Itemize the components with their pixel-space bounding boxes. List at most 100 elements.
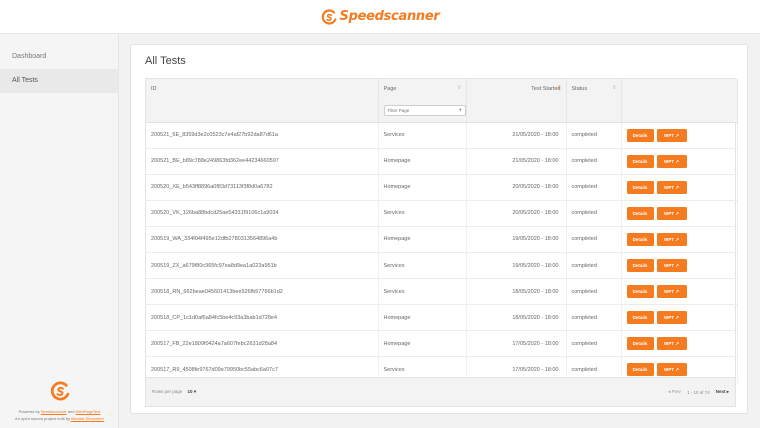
column-header-test-started[interactable]: Test Started ⇕: [466, 79, 567, 99]
actions-cell: Details WPT ↗: [621, 122, 738, 149]
sort-icon: ⇕: [457, 85, 462, 91]
sidebar-item-dashboard[interactable]: Dashboard: [0, 45, 118, 69]
sort-desc-icon: ⇕: [557, 85, 562, 91]
test-id-cell: 200519_ZX_a679f80c965fc97ea8d9ea1a023a95…: [146, 252, 379, 280]
next-label: Next: [715, 389, 726, 394]
powered-by-line: Powered by Speedscanner and WebPageTest: [0, 408, 119, 415]
column-header-page[interactable]: Page ⇕: [378, 79, 467, 99]
details-button[interactable]: Details: [626, 154, 654, 168]
wpt-button[interactable]: WPT ↗: [656, 232, 687, 246]
status-cell: completed: [566, 252, 622, 280]
wpt-button[interactable]: WPT ↗: [656, 337, 687, 351]
status-cell: completed: [566, 148, 622, 175]
wpt-button[interactable]: WPT ↗: [656, 128, 687, 142]
filter-cell-started: [466, 99, 567, 123]
opensource-prefix: An open source project built by: [15, 416, 71, 421]
test-id-cell: 200521_BE_b89c788e249863fd362ee442346605…: [146, 148, 379, 175]
details-button[interactable]: Details: [626, 363, 654, 377]
speedscanner-link[interactable]: Speedscanner: [41, 409, 67, 414]
details-button[interactable]: Details: [626, 285, 654, 299]
chevron-down-icon: ▾: [459, 107, 462, 113]
all-tests-card: All Tests ID Page ⇕ Test Started ⇕ Status ⇕: [130, 44, 748, 414]
column-header-id[interactable]: ID: [146, 79, 379, 99]
status-cell: completed: [566, 226, 622, 253]
rows-per-page-value: 10: [187, 389, 193, 394]
status-cell: completed: [566, 122, 622, 149]
test-started-cell: 17/05/2020 - 18:00: [466, 330, 567, 358]
details-button[interactable]: Details: [626, 206, 654, 220]
status-cell: completed: [566, 304, 622, 332]
table-row: 200520_XE_b543ff8896a0f83d73113f3f8d0a67…: [146, 174, 738, 201]
external-link-icon: ↗: [675, 184, 680, 190]
details-button[interactable]: Details: [626, 259, 654, 273]
details-button[interactable]: Details: [626, 180, 654, 194]
wpt-button[interactable]: WPT ↗: [656, 206, 687, 220]
sidebar: Dashboard All Tests Powered by Speedscan…: [0, 34, 119, 428]
external-link-icon: ↗: [675, 289, 680, 295]
page-filter-select[interactable]: Filter Page ▾: [383, 104, 466, 116]
details-button[interactable]: Details: [626, 337, 654, 351]
wpt-button[interactable]: WPT ↗: [656, 285, 687, 299]
table-row: 200521_BE_b89c788e249863fd362ee442346605…: [146, 148, 738, 175]
wpt-label: WPT: [663, 341, 674, 347]
page-range: 1 - 10 of 74: [686, 389, 710, 395]
column-header-actions: [621, 79, 738, 99]
wpt-label: WPT: [663, 289, 674, 295]
author-link[interactable]: Altmark Shepmere: [71, 416, 104, 421]
details-button[interactable]: Details: [626, 311, 654, 325]
filter-cell-id: [146, 99, 379, 123]
wpt-button[interactable]: WPT ↗: [656, 363, 687, 377]
wpt-button[interactable]: WPT ↗: [656, 180, 687, 194]
filter-cell-status: [566, 99, 622, 123]
filter-cell-page: Filter Page ▾: [378, 99, 467, 123]
page-cell: Homepage: [378, 148, 467, 175]
sidebar-item-all-tests[interactable]: All Tests: [0, 69, 118, 93]
test-id-cell: 200520_VK_126ba88bdcd25ae54331f9106c1a90…: [146, 200, 379, 227]
page-cell: Services: [378, 200, 467, 227]
actions-cell: Details WPT ↗: [621, 200, 738, 227]
page-cell: Homepage: [378, 226, 467, 253]
next-page-button[interactable]: Next ▸: [716, 389, 729, 395]
test-started-cell: 18/05/2020 - 18:00: [466, 304, 567, 332]
test-started-cell: 21/05/2020 - 18:00: [466, 122, 567, 149]
test-started-cell: 21/05/2020 - 18:00: [466, 148, 567, 175]
wpt-button[interactable]: WPT ↗: [656, 154, 687, 168]
wpt-label: WPT: [663, 184, 674, 190]
external-link-icon: ↗: [675, 158, 680, 164]
external-link-icon: ↗: [675, 210, 680, 216]
test-id-cell: 200518_CP_1c1d0af6a84fc5be4c93a3bab1d728…: [146, 304, 379, 332]
table-row: 200521_6E_8359d3e2c0523c7e4af27b92da87d6…: [146, 122, 738, 149]
external-link-icon: ↗: [675, 263, 680, 269]
table-row: 200518_CP_1c1d0af6a84fc5be4c93a3bab1d728…: [146, 304, 738, 332]
external-link-icon: ↗: [675, 367, 680, 373]
wpt-button[interactable]: WPT ↗: [656, 259, 687, 273]
wpt-button[interactable]: WPT ↗: [656, 311, 687, 325]
actions-cell: Details WPT ↗: [621, 304, 738, 332]
tests-table: ID Page ⇕ Test Started ⇕ Status ⇕ Filter Pa…: [146, 79, 738, 384]
actions-cell: Details WPT ↗: [621, 174, 738, 201]
prev-page-button[interactable]: ◂ Prev: [668, 389, 681, 395]
column-header-status[interactable]: Status ⇕: [566, 79, 622, 99]
external-link-icon: ↗: [675, 315, 680, 321]
external-link-icon: ↗: [675, 132, 680, 138]
webpagetest-link[interactable]: WebPageTest: [76, 409, 101, 414]
brand-logo[interactable]: Speedscanner: [321, 8, 440, 25]
status-cell: completed: [566, 174, 622, 201]
page-cell: Services: [378, 122, 467, 149]
wpt-label: WPT: [663, 158, 674, 164]
page-cell: Homepage: [378, 174, 467, 201]
test-started-cell: 19/05/2020 - 18:00: [466, 226, 567, 253]
wpt-label: WPT: [663, 315, 674, 321]
column-started-label: Test Started: [531, 86, 561, 92]
test-id-cell: 200517_FB_22e1809f0424a7a607febc2631d28a…: [146, 330, 379, 358]
wpt-label: WPT: [663, 263, 674, 269]
details-button[interactable]: Details: [626, 232, 654, 246]
rows-per-page: Rows per page 10 ▾: [152, 389, 196, 395]
details-button[interactable]: Details: [626, 128, 654, 142]
rows-per-page-select[interactable]: 10 ▾: [188, 389, 197, 394]
prev-label: Prev: [671, 389, 681, 394]
test-id-cell: 200520_XE_b543ff8896a0f83d73113f3f8d0a67…: [146, 174, 379, 201]
powered-prefix: Powered by: [18, 409, 41, 414]
speedscanner-logo-icon: [321, 8, 336, 25]
status-cell: completed: [566, 200, 622, 227]
